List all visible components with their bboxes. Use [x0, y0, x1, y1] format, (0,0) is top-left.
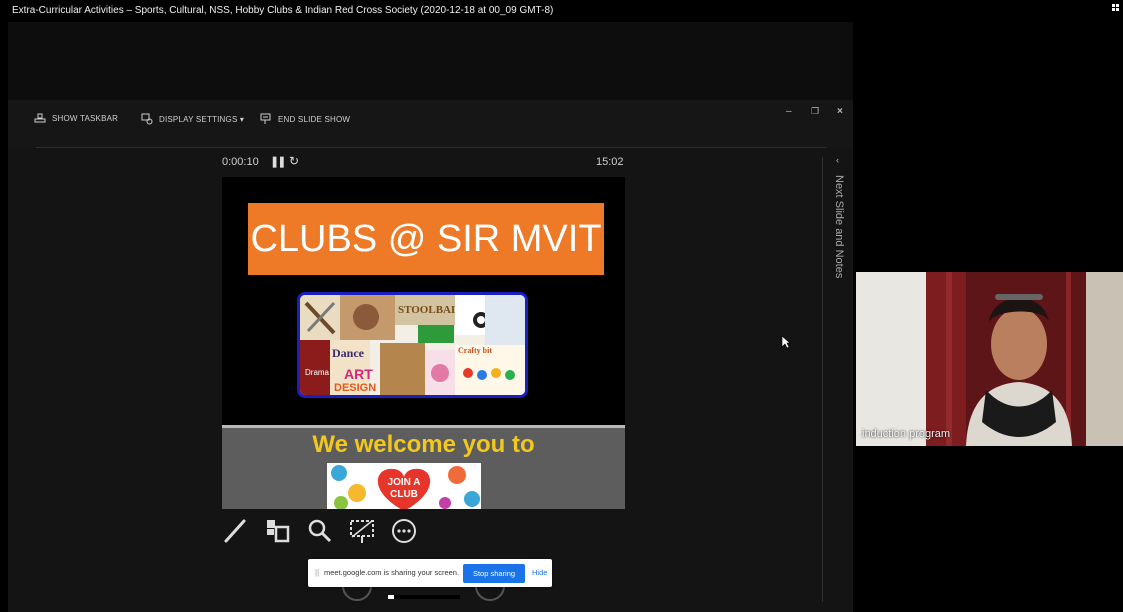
toolbar-divider [36, 147, 826, 148]
svg-text:Dance: Dance [332, 346, 365, 360]
end-slide-show-button[interactable]: END SLIDE SHOW [260, 113, 350, 125]
join-club-badge: JOIN A CLUB [327, 463, 481, 509]
share-message: meet.google.com is sharing your screen. [324, 568, 460, 577]
preview-divider [222, 425, 625, 428]
presenter-toolbar: SHOW TASKBAR DISPLAY SETTINGS ▾ END SLID… [8, 100, 853, 148]
current-slide: CLUBS @ SIR MVIT STOOLBALL Drama Dance A… [222, 177, 625, 425]
next-slide-notes-label[interactable]: Next Slide and Notes [833, 175, 845, 278]
slide-title: CLUBS @ SIR MVIT [248, 203, 604, 275]
drag-handle-icon[interactable]: || [315, 568, 319, 577]
show-taskbar-label: SHOW TASKBAR [52, 113, 119, 123]
participant-name: induction program [862, 428, 951, 440]
join-badge-line1: JOIN A [388, 477, 421, 488]
participant-video-tile[interactable]: induction program [856, 272, 1123, 446]
svg-text:Drama: Drama [305, 368, 330, 377]
pause-icon[interactable]: ❚❚ [270, 155, 287, 168]
end-show-icon [260, 113, 271, 124]
close-button[interactable]: × [837, 106, 843, 117]
window-title-bar: Extra-Curricular Activities – Sports, Cu… [0, 0, 1123, 20]
display-settings-icon [141, 113, 153, 125]
mouse-cursor-icon [781, 335, 791, 349]
show-taskbar-button[interactable]: SHOW TASKBAR [34, 113, 118, 123]
join-club-graphic: JOIN A CLUB [331, 465, 480, 509]
next-slide-headline: We welcome you to [312, 431, 535, 458]
svg-text:Crafty bit: Crafty bit [458, 346, 492, 355]
end-slide-show-label: END SLIDE SHOW [278, 114, 351, 124]
grid-menu-icon[interactable] [1112, 4, 1120, 14]
slide-progress-fill [388, 595, 394, 599]
collage-graphic: STOOLBALL Drama Dance ART DESIGN Crafty … [300, 295, 525, 395]
black-screen-icon[interactable] [348, 517, 376, 545]
restart-icon[interactable]: ↻ [289, 154, 299, 168]
slide-progress [388, 595, 460, 599]
presenter-view: SHOW TASKBAR DISPLAY SETTINGS ▾ END SLID… [8, 22, 853, 612]
display-settings-button[interactable]: DISPLAY SETTINGS ▾ [141, 113, 244, 125]
pen-icon[interactable] [222, 517, 250, 545]
elapsed-timer: 0:00:10 [222, 156, 259, 168]
clubs-collage-image: STOOLBALL Drama Dance ART DESIGN Crafty … [297, 292, 528, 398]
display-settings-label: DISPLAY SETTINGS ▾ [159, 114, 245, 124]
minimize-button[interactable]: – [786, 106, 792, 117]
presenter-header [8, 22, 853, 100]
window-title: Extra-Curricular Activities – Sports, Cu… [12, 5, 554, 16]
participant-video-image [856, 272, 1123, 446]
side-panel-divider [822, 157, 823, 602]
more-options-icon[interactable] [390, 517, 418, 545]
current-time: 15:02 [596, 156, 624, 168]
screen-share-bar: || meet.google.com is sharing your scree… [308, 559, 552, 587]
join-badge-line2: CLUB [390, 489, 418, 500]
svg-text:ART: ART [344, 366, 373, 382]
hide-button[interactable]: Hide [532, 568, 547, 577]
stop-sharing-button[interactable]: Stop sharing [463, 564, 525, 583]
next-slide-preview[interactable]: We welcome you to JOIN A CLUB [222, 425, 625, 509]
restore-button[interactable]: ❐ [811, 106, 819, 117]
svg-text:DESIGN: DESIGN [334, 382, 376, 394]
zoom-icon[interactable] [306, 517, 334, 545]
slides-grid-icon[interactable] [264, 517, 292, 545]
collapse-panel-icon[interactable]: ‹ [836, 155, 839, 165]
taskbar-icon [34, 113, 46, 123]
